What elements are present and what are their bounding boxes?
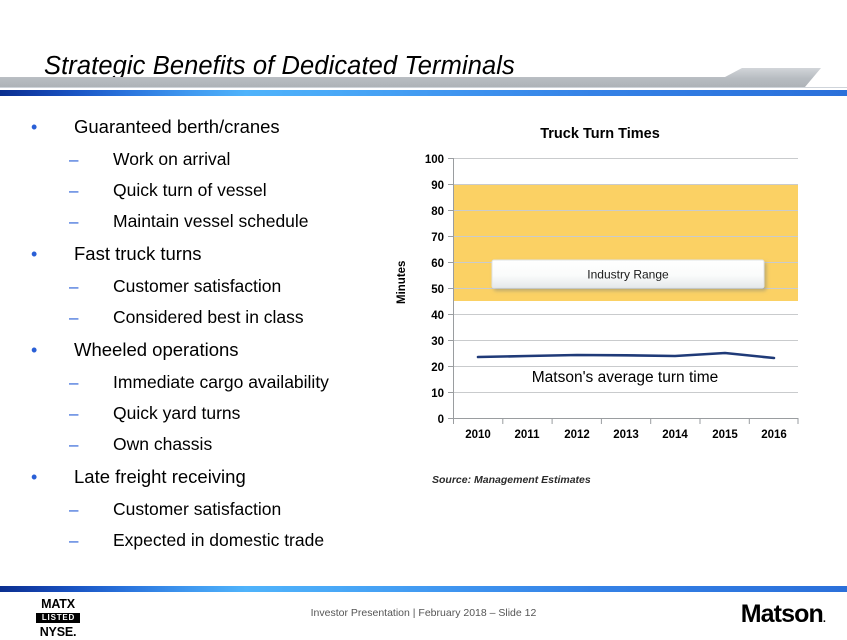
list-item: – Expected in domestic trade bbox=[18, 525, 418, 555]
footer-caption: Investor Presentation | February 2018 – … bbox=[310, 607, 537, 619]
dash-marker-icon: – bbox=[69, 435, 79, 454]
y-tick-label: 50 bbox=[431, 284, 444, 296]
industry-range-callout: Industry Range bbox=[491, 259, 765, 289]
bullet-list: • Guaranteed berth/cranes – Work on arri… bbox=[18, 110, 418, 556]
series-annotation-label: Matson's average turn time bbox=[532, 369, 718, 386]
dash-marker-icon: – bbox=[69, 373, 79, 392]
footer-accent-rule bbox=[0, 586, 847, 592]
list-item-label: Late freight receiving bbox=[74, 466, 246, 487]
list-item-label: Maintain vessel schedule bbox=[113, 211, 309, 231]
dash-marker-icon: – bbox=[69, 277, 79, 296]
list-item: – Quick yard turns bbox=[18, 398, 418, 428]
list-item-label: Wheeled operations bbox=[74, 339, 239, 360]
x-tick-label: 2013 bbox=[613, 429, 639, 441]
list-item: – Considered best in class bbox=[18, 302, 418, 332]
list-item-label: Own chassis bbox=[113, 434, 213, 454]
matson-logo-mark: . bbox=[822, 613, 826, 625]
dash-marker-icon: – bbox=[69, 150, 79, 169]
chart-source-note: Source: Management Estimates bbox=[432, 474, 591, 486]
nyse-badge-exchange: NYSE. bbox=[39, 625, 77, 639]
list-item-label: Fast truck turns bbox=[74, 243, 202, 264]
x-tick-label: 2015 bbox=[712, 429, 738, 441]
y-tick-label: 70 bbox=[431, 232, 444, 244]
list-item-label: Customer satisfaction bbox=[113, 276, 282, 296]
matson-logo-text: Matson bbox=[740, 600, 824, 628]
list-item-label: Guaranteed berth/cranes bbox=[74, 116, 280, 137]
bullet-marker-icon: • bbox=[31, 117, 38, 137]
list-item: – Work on arrival bbox=[18, 144, 418, 174]
x-tick-label: 2016 bbox=[761, 429, 787, 441]
y-tick-label: 20 bbox=[431, 362, 444, 374]
y-tick-label: 40 bbox=[431, 310, 444, 322]
list-item-label: Customer satisfaction bbox=[113, 499, 282, 519]
list-item-label: Quick turn of vessel bbox=[113, 180, 267, 200]
list-item: – Own chassis bbox=[18, 429, 418, 459]
y-tick-label: 0 bbox=[438, 414, 444, 426]
dash-marker-icon: – bbox=[69, 181, 79, 200]
y-tick-label: 100 bbox=[425, 154, 444, 166]
list-item-label: Quick yard turns bbox=[113, 403, 241, 423]
list-item-label: Considered best in class bbox=[113, 307, 304, 327]
list-item: • Wheeled operations bbox=[18, 333, 418, 366]
industry-range-label: Industry Range bbox=[587, 268, 669, 282]
dash-marker-icon: – bbox=[69, 212, 79, 231]
chart-title: Truck Turn Times bbox=[540, 126, 660, 142]
list-item: – Maintain vessel schedule bbox=[18, 206, 418, 236]
list-item-label: Work on arrival bbox=[113, 149, 231, 169]
list-item: • Guaranteed berth/cranes bbox=[18, 110, 418, 143]
list-item: • Fast truck turns bbox=[18, 237, 418, 270]
truck-turn-times-chart: Truck Turn Times Minutes 100 90 80 70 60… bbox=[396, 126, 820, 496]
header-accent-rule bbox=[0, 90, 847, 96]
chart-x-tick-labels: 2010 2011 2012 2013 2014 2015 2016 bbox=[465, 429, 787, 441]
y-tick-label: 90 bbox=[431, 180, 444, 192]
chart-plot: 100 90 80 70 60 50 40 30 20 10 0 2010 20… bbox=[425, 154, 799, 441]
dash-marker-icon: – bbox=[69, 531, 79, 550]
dash-marker-icon: – bbox=[69, 308, 79, 327]
header-divider bbox=[0, 87, 847, 88]
list-item-label: Immediate cargo availability bbox=[113, 372, 329, 392]
dash-marker-icon: – bbox=[69, 404, 79, 423]
y-tick-label: 10 bbox=[431, 388, 444, 400]
x-tick-label: 2011 bbox=[515, 429, 541, 441]
bullet-marker-icon: • bbox=[31, 467, 38, 487]
x-tick-label: 2010 bbox=[465, 429, 491, 441]
x-tick-label: 2012 bbox=[564, 429, 590, 441]
x-tick-label: 2014 bbox=[662, 429, 688, 441]
chart-y-axis bbox=[448, 158, 454, 419]
list-item: – Immediate cargo availability bbox=[18, 367, 418, 397]
list-item-label: Expected in domestic trade bbox=[113, 530, 325, 550]
y-tick-label: 30 bbox=[431, 336, 444, 348]
list-item: – Customer satisfaction bbox=[18, 494, 418, 524]
bullet-marker-icon: • bbox=[31, 340, 38, 360]
matson-logo: Matson. bbox=[740, 600, 826, 629]
list-item: – Quick turn of vessel bbox=[18, 175, 418, 205]
list-item: • Late freight receiving bbox=[18, 460, 418, 493]
dash-marker-icon: – bbox=[69, 500, 79, 519]
y-tick-label: 80 bbox=[431, 206, 444, 218]
list-item: – Customer satisfaction bbox=[18, 271, 418, 301]
chart-x-axis bbox=[453, 418, 799, 424]
bullet-marker-icon: • bbox=[31, 244, 38, 264]
chart-y-tick-labels: 100 90 80 70 60 50 40 30 20 10 0 bbox=[425, 154, 444, 426]
y-tick-label: 60 bbox=[431, 258, 444, 270]
slide-header: Strategic Benefits of Dedicated Terminal… bbox=[0, 0, 847, 98]
